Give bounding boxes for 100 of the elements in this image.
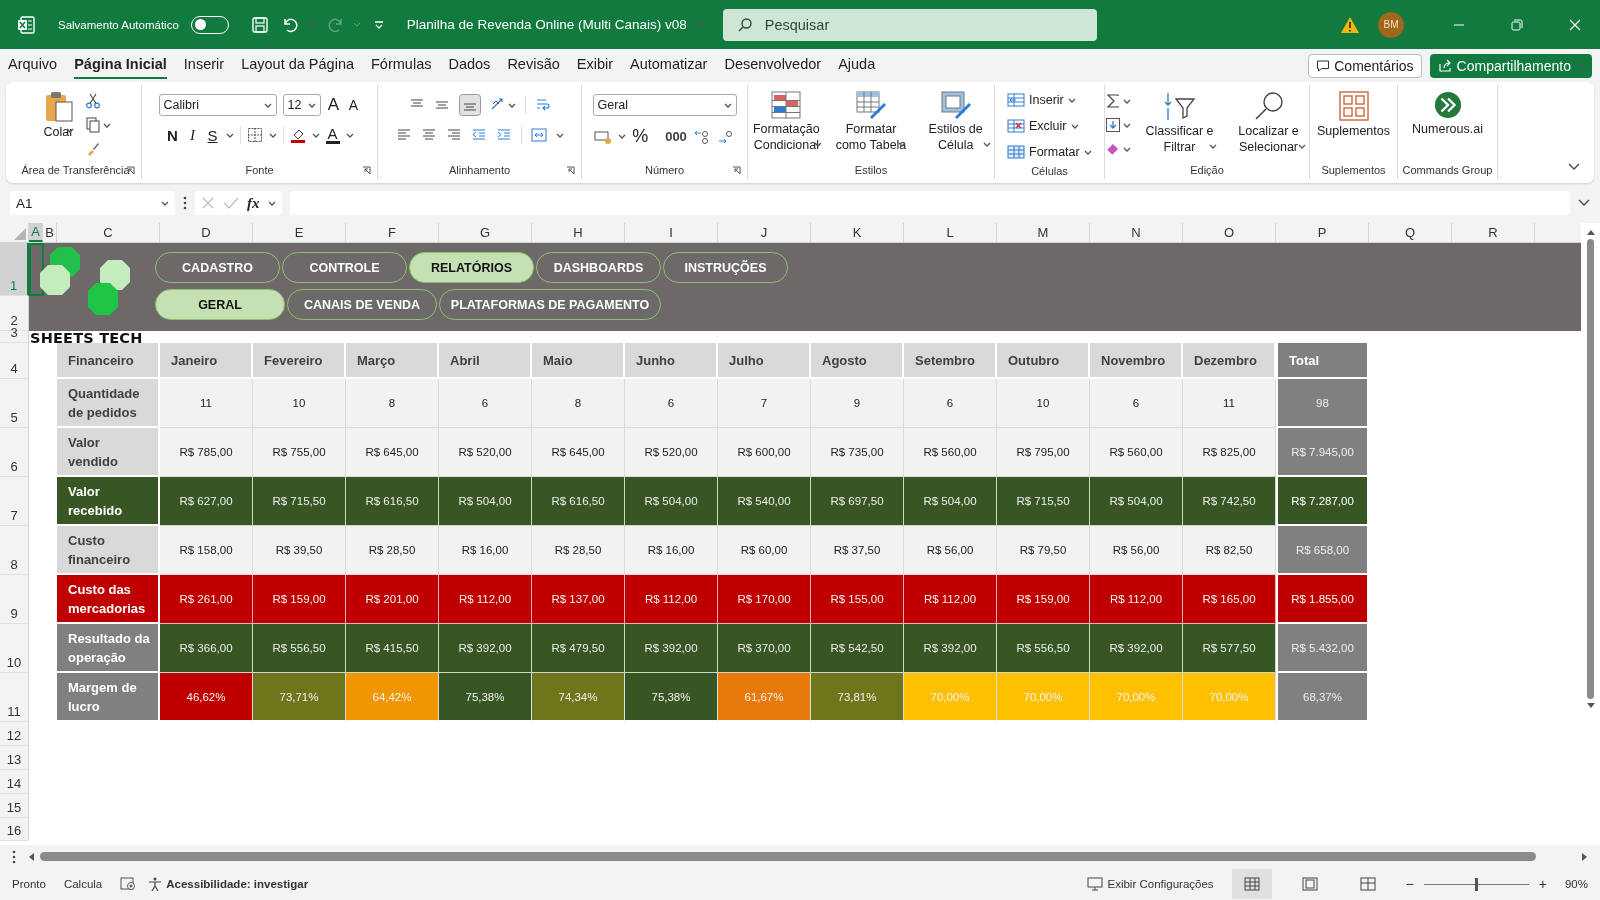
column-header[interactable]: N [1090, 223, 1183, 242]
paste-button[interactable]: Colar [40, 87, 77, 137]
warning-icon[interactable] [1340, 15, 1360, 34]
menu-tab[interactable]: Fórmulas [371, 52, 432, 79]
insert-button[interactable]: Inserir [1005, 89, 1078, 111]
column-header[interactable]: J [718, 223, 811, 242]
align-right-icon[interactable] [445, 127, 462, 143]
copy-icon[interactable] [84, 117, 101, 133]
row-header[interactable]: 15 [0, 794, 29, 818]
align-left-icon[interactable] [395, 127, 412, 143]
number-format-dropdown[interactable]: Geral [592, 94, 737, 116]
dialog-launcher-icon[interactable] [362, 165, 371, 175]
scissors-icon[interactable] [84, 93, 101, 109]
chevron-down-icon[interactable] [1568, 163, 1580, 171]
fill-down-icon[interactable] [1105, 117, 1121, 133]
column-header[interactable]: G [439, 223, 532, 242]
thousands-button[interactable]: 000 [654, 129, 687, 144]
find-select-button[interactable]: Localizar e Selecionar [1228, 87, 1309, 153]
sum-icon[interactable] [1105, 93, 1121, 109]
name-box[interactable]: A1 [10, 191, 175, 215]
borders-icon[interactable] [246, 127, 263, 143]
row-header[interactable]: 5 [0, 379, 29, 428]
menu-tab[interactable]: Dados [448, 52, 491, 79]
nav-tab[interactable]: RELATÓRIOS [409, 252, 534, 283]
font-color-button[interactable]: A [325, 126, 340, 144]
scroll-right-icon[interactable] [1582, 852, 1588, 861]
menu-tab[interactable]: Ajuda [838, 52, 876, 79]
numerous-button[interactable]: Numerous.ai [1409, 87, 1486, 141]
menu-tab[interactable]: Revisão [507, 52, 560, 79]
decrease-decimal-icon[interactable] [716, 128, 735, 145]
more-icon[interactable] [12, 849, 16, 864]
column-header[interactable]: C [57, 223, 160, 242]
column-header[interactable]: A [29, 223, 43, 242]
column-header[interactable]: F [346, 223, 439, 242]
column-header[interactable]: Q [1369, 223, 1452, 242]
row-header[interactable]: 13 [0, 746, 29, 770]
shrink-font-button[interactable]: A [346, 97, 361, 113]
italic-button[interactable]: I [185, 126, 200, 144]
row-header[interactable]: 16 [0, 818, 29, 841]
column-header[interactable]: D [160, 223, 253, 242]
row-header[interactable]: 10 [0, 624, 29, 673]
normal-view-icon[interactable] [1231, 869, 1272, 899]
menu-tab[interactable]: Arquivo [8, 52, 58, 79]
menu-tab[interactable]: Página Inicial [74, 52, 167, 79]
share-button[interactable]: Compartilhamento [1429, 53, 1592, 78]
align-center-icon[interactable] [420, 127, 437, 143]
dialog-launcher-icon[interactable] [732, 165, 741, 175]
column-header[interactable]: P [1276, 223, 1369, 242]
column-header[interactable]: B [43, 223, 57, 242]
increase-decimal-icon[interactable] [692, 128, 711, 145]
user-avatar[interactable]: BM [1378, 11, 1404, 38]
scroll-up-icon[interactable] [1586, 229, 1595, 235]
zoom-level[interactable]: 90% [1564, 878, 1588, 890]
zoom-in-button[interactable]: + [1538, 876, 1547, 892]
restore-icon[interactable] [1511, 18, 1523, 31]
grow-font-button[interactable]: A [326, 95, 341, 115]
row-header[interactable]: 7 [0, 477, 29, 526]
percent-button[interactable]: % [632, 126, 649, 147]
bold-button[interactable]: N [165, 126, 180, 144]
zoom-out-button[interactable]: − [1405, 876, 1414, 892]
eraser-icon[interactable] [1105, 141, 1121, 157]
row-header[interactable]: 12 [0, 722, 29, 746]
font-size-dropdown[interactable]: 12 [282, 94, 321, 116]
display-settings-button[interactable]: Exibir Configurações [1087, 877, 1214, 891]
sort-filter-button[interactable]: Classificar e Filtrar [1139, 87, 1220, 153]
search-field[interactable]: Pesquisar [722, 8, 1097, 41]
delete-button[interactable]: Excluir [1005, 115, 1081, 137]
column-header[interactable]: K [811, 223, 904, 242]
conditional-format-button[interactable]: Formatação Condicional [748, 87, 825, 151]
menu-tab[interactable]: Layout da Página [241, 52, 354, 79]
close-icon[interactable] [1569, 18, 1581, 31]
customize-icon[interactable] [372, 18, 385, 31]
fill-color-icon[interactable] [289, 127, 306, 143]
add-ins-button[interactable]: Suplementos [1314, 87, 1393, 143]
row-header[interactable]: 4 [0, 343, 29, 379]
row-header[interactable]: 9 [0, 575, 29, 624]
column-header[interactable]: I [625, 223, 718, 242]
align-bottom-icon[interactable] [458, 94, 481, 116]
font-family-dropdown[interactable]: Calibri [158, 94, 277, 116]
menu-tab[interactable]: Exibir [576, 52, 614, 79]
menu-tab[interactable]: Inserir [183, 52, 225, 79]
row-header[interactable]: 14 [0, 770, 29, 794]
column-header[interactable]: E [253, 223, 346, 242]
row-header[interactable]: 11 [0, 673, 29, 722]
column-header[interactable]: O [1183, 223, 1276, 242]
scroll-left-icon[interactable] [28, 852, 34, 861]
cell-styles-button[interactable]: Estilos de Célula [917, 87, 994, 151]
macro-record-icon[interactable] [120, 877, 137, 891]
menu-tab[interactable]: Automatizar [630, 52, 708, 79]
merge-cells-icon[interactable] [530, 127, 547, 143]
excel-logo-icon[interactable] [16, 14, 36, 35]
document-title[interactable]: Planilha de Revenda Online (Multi Canais) v08 [406, 17, 687, 32]
wrap-text-icon[interactable] [534, 97, 551, 113]
menu-tab[interactable]: Desenvolvedor [724, 52, 822, 79]
horizontal-scrollbar[interactable] [28, 852, 1588, 861]
format-table-button[interactable]: Formatar como Tabela [832, 87, 910, 151]
comments-button[interactable]: Comentários [1308, 53, 1422, 78]
more-icon[interactable] [183, 196, 187, 210]
column-header[interactable]: M [997, 223, 1090, 242]
row-header[interactable]: 8 [0, 526, 29, 575]
